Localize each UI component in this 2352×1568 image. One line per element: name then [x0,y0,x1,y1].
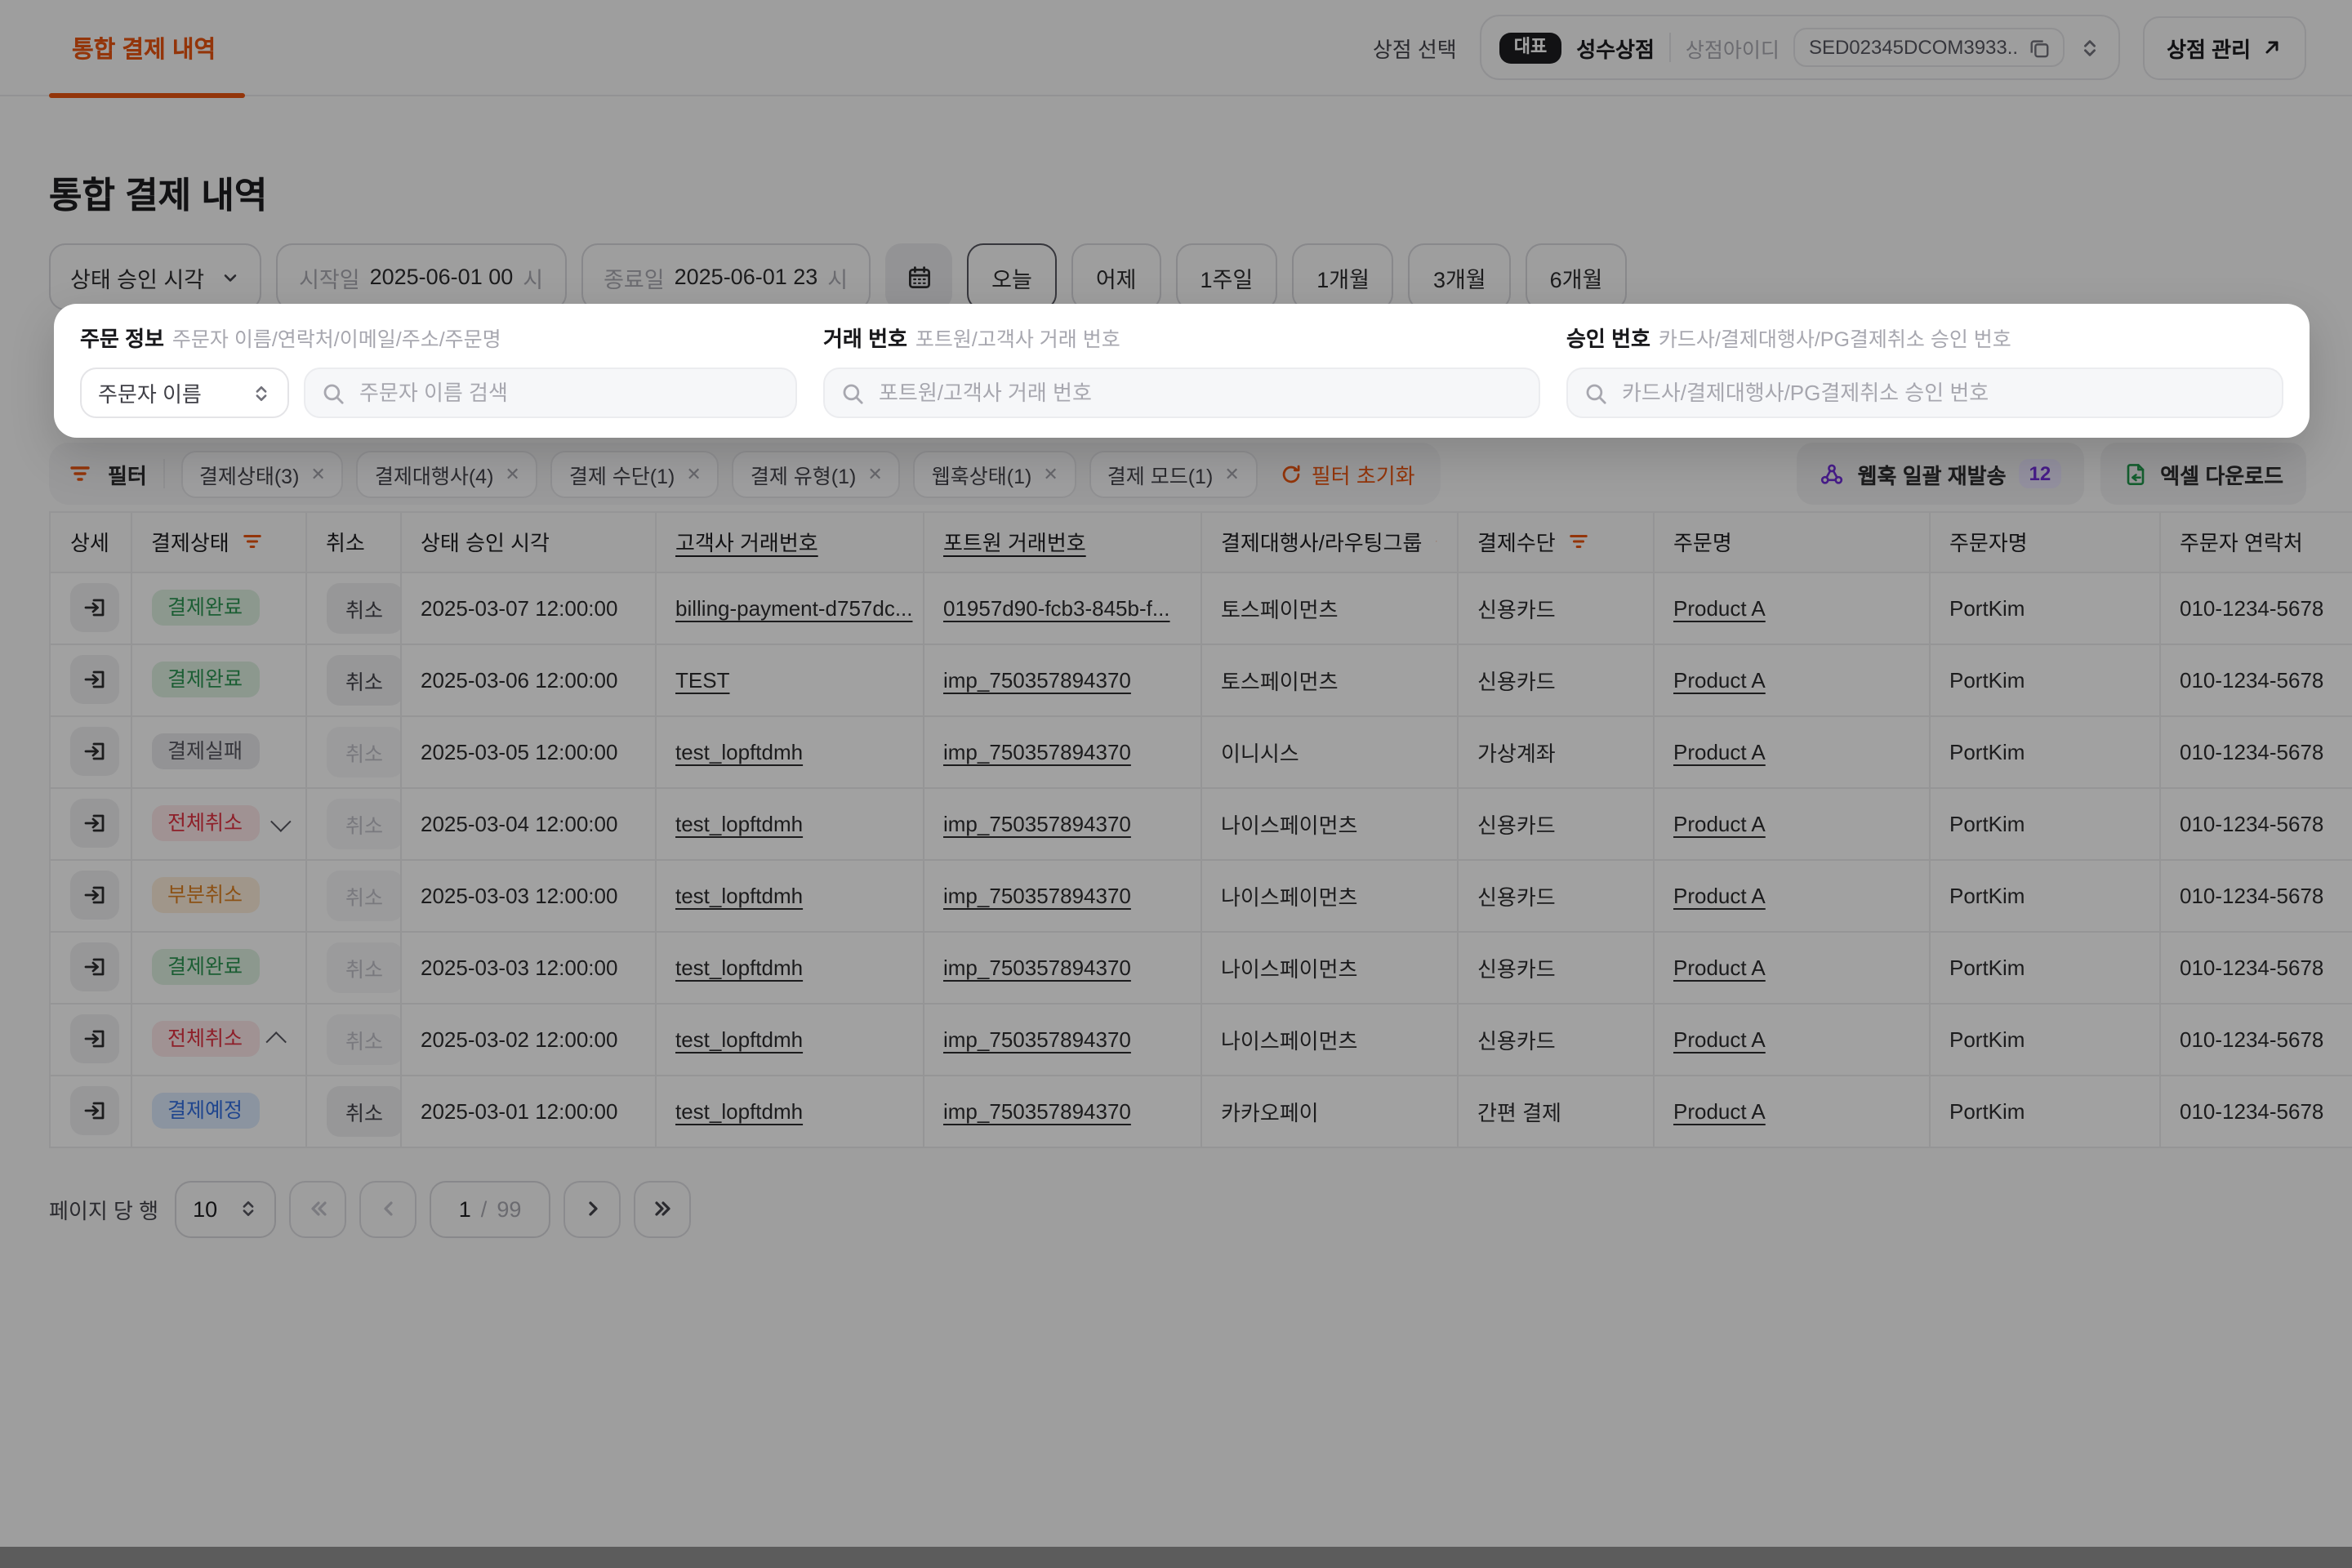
dim-overlay[interactable] [0,0,2352,1568]
transaction-number-title: 거래 번호 [823,327,907,351]
transaction-search-box [823,368,1540,418]
order-info-header: 주문 정보 주문자 이름/연락처/이메일/주소/주문명 [80,322,797,354]
order-info-title: 주문 정보 [80,327,164,351]
search-icon [322,381,345,404]
search-icon [1584,381,1607,404]
order-search-field-select[interactable]: 주문자 이름 [80,368,289,418]
approval-number-header: 승인 번호 카드사/결제대행사/PG결제취소 승인 번호 [1566,322,2283,354]
approval-number-controls [1566,368,2283,418]
order-search-field-value: 주문자 이름 [98,377,202,408]
search-icon [841,381,864,404]
order-search-box [304,368,797,418]
approval-number-hint: 카드사/결제대행사/PG결제취소 승인 번호 [1659,328,2011,351]
order-info-hint: 주문자 이름/연락처/이메일/주소/주문명 [172,328,501,351]
approval-search-box [1566,368,2283,418]
transaction-number-section: 거래 번호 포트원/고객사 거래 번호 [823,322,1540,418]
order-search-input[interactable] [356,379,779,407]
chevron-up-down-icon [252,383,271,403]
order-info-controls: 주문자 이름 [80,368,797,418]
search-panel: 주문 정보 주문자 이름/연락처/이메일/주소/주문명 주문자 이름 거래 번호 포… [54,304,2310,438]
approval-number-title: 승인 번호 [1566,327,1650,351]
app-window: 통합 결제 내역 상점 선택 대표 성수상점 상점아이디 SED02345DCO… [0,0,2352,1568]
approval-number-section: 승인 번호 카드사/결제대행사/PG결제취소 승인 번호 [1566,322,2283,418]
transaction-search-input[interactable] [875,379,1522,407]
approval-search-input[interactable] [1619,379,2265,407]
transaction-number-header: 거래 번호 포트원/고객사 거래 번호 [823,322,1540,354]
order-info-section: 주문 정보 주문자 이름/연락처/이메일/주소/주문명 주문자 이름 [80,322,797,418]
transaction-number-hint: 포트원/고객사 거래 번호 [915,328,1120,351]
transaction-number-controls [823,368,1540,418]
